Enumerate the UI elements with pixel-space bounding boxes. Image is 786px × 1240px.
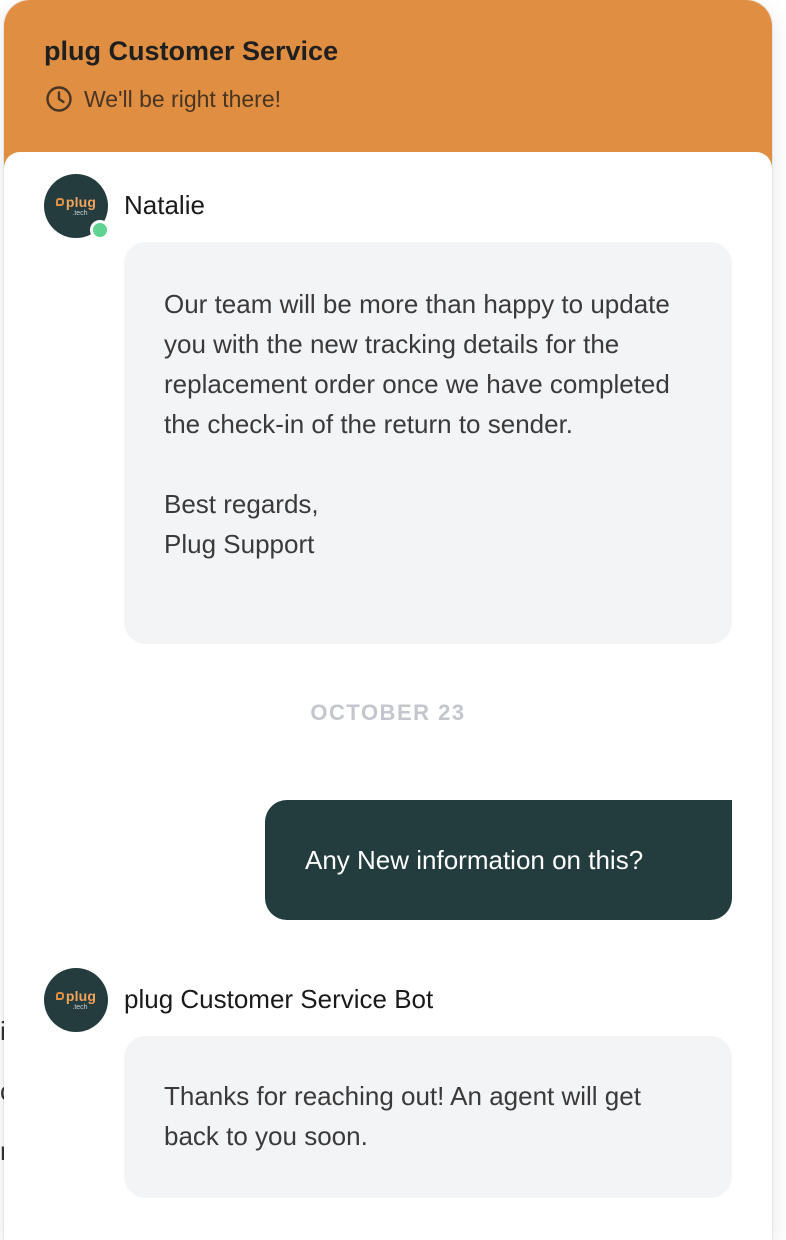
bot-avatar: plug .tech (44, 968, 108, 1032)
user-message-bubble: Any New information on this? (265, 800, 732, 920)
chat-status: We'll be right there! (44, 84, 281, 114)
message-text: Thanks for reaching out! An agent will g… (164, 1081, 641, 1151)
logo-word: plug (65, 988, 97, 1004)
date-separator: OCTOBER 23 (310, 700, 466, 725)
plug-logo-mark-icon (55, 992, 64, 1000)
plug-logo: plug .tech (55, 194, 97, 217)
sender-name: Natalie (124, 190, 205, 220)
user-message-text: Any New information on this? (305, 844, 644, 875)
chat-title: plug Customer Service (44, 36, 339, 66)
logo-sub: .tech (72, 210, 88, 217)
plug-logo: plug .tech (55, 988, 97, 1011)
clock-icon (44, 84, 74, 114)
bot-message-bubble: Thanks for reaching out! An agent will g… (124, 1036, 732, 1198)
chat-messages[interactable]: plug .tech Natalie Our team will be more… (4, 152, 772, 1240)
message-text: Our team will be more than happy to upda… (164, 289, 670, 439)
sender-name: plug Customer Service Bot (124, 984, 434, 1014)
chat-widget: plug Customer Service We'll be right the… (4, 0, 772, 1240)
logo-word: plug (65, 194, 97, 210)
chat-status-text: We'll be right there! (84, 85, 282, 112)
logo-sub: .tech (72, 1004, 88, 1011)
chat-header: plug Customer Service We'll be right the… (4, 0, 772, 170)
online-status-dot (90, 220, 110, 240)
agent-message-bubble: Our team will be more than happy to upda… (124, 242, 732, 644)
agent-avatar: plug .tech (44, 174, 110, 240)
message-signature: Best regards, Plug Support (164, 489, 319, 559)
plug-logo-mark-icon (55, 198, 64, 206)
